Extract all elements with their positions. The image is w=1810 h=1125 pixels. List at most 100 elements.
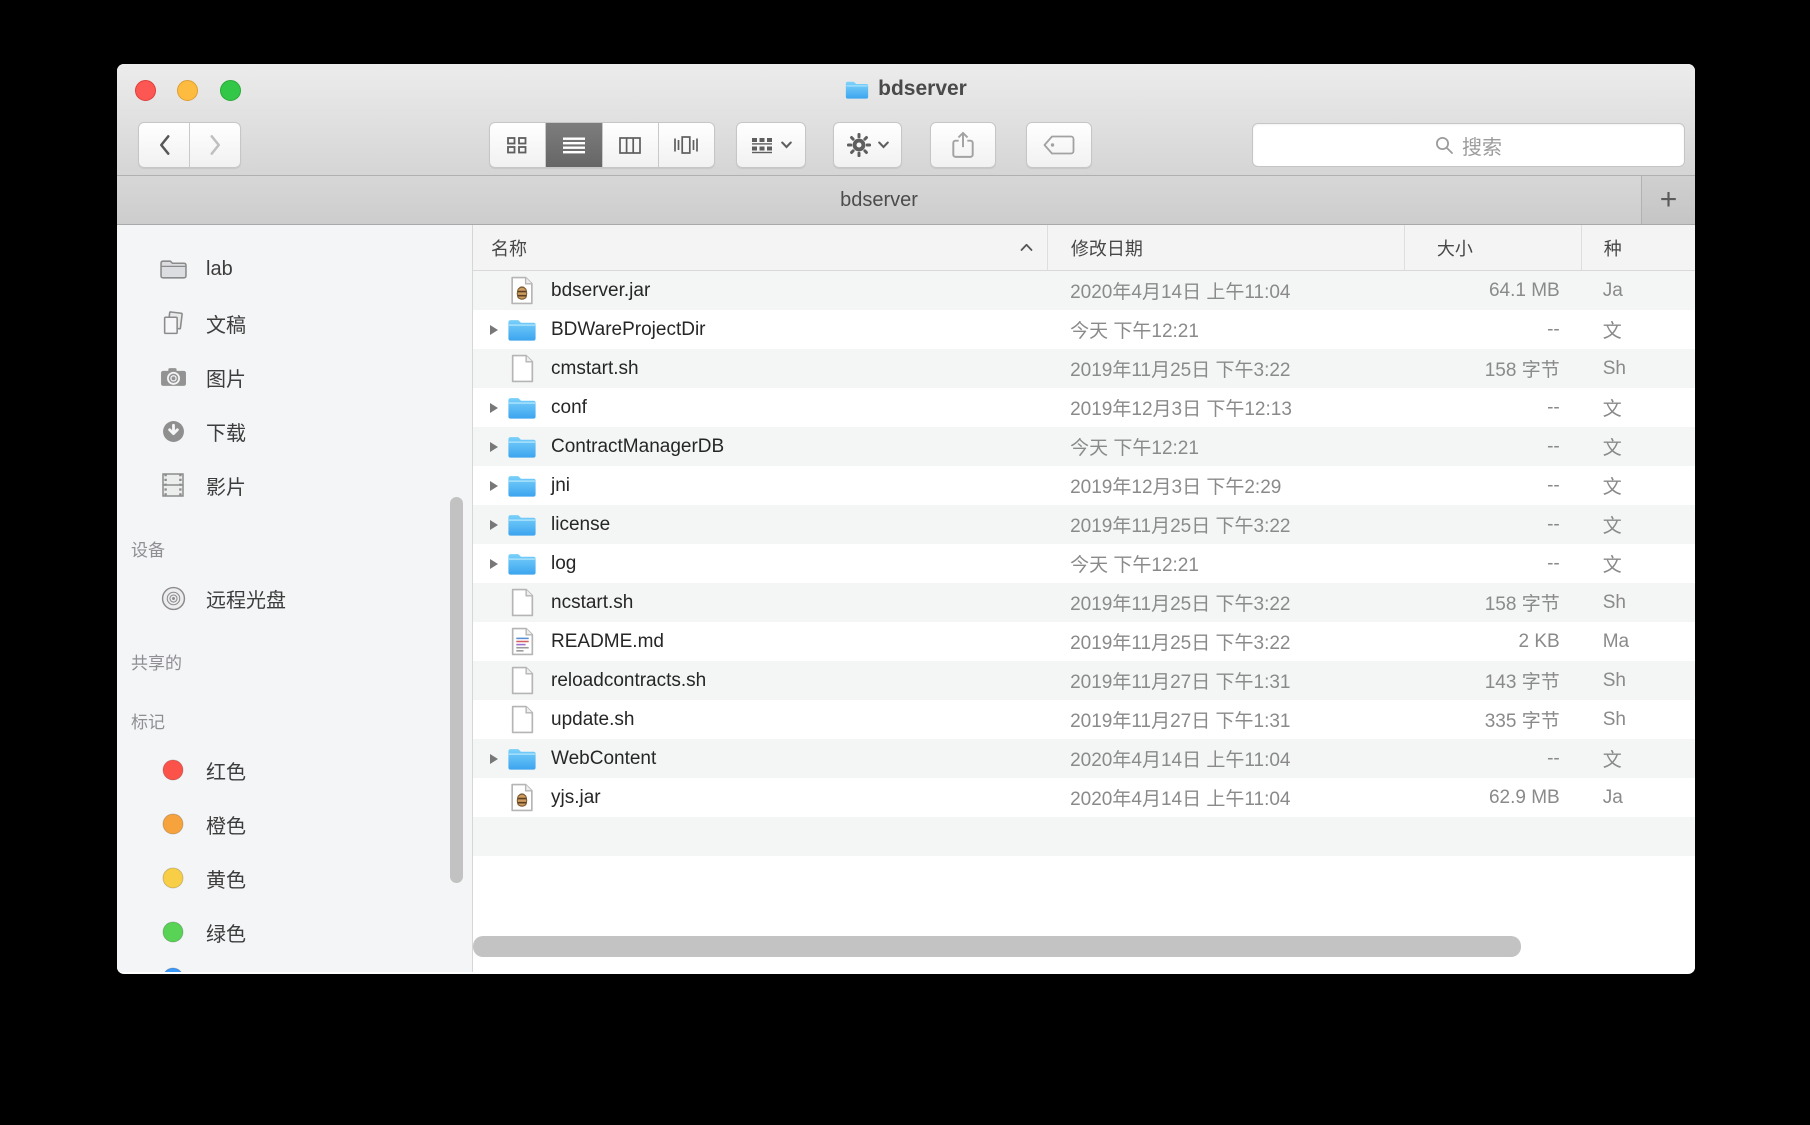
search-input[interactable]: 搜索 <box>1252 123 1685 167</box>
file-name: license <box>551 514 610 536</box>
file-size: 2 KB <box>1404 622 1580 661</box>
sidebar-item-label: 绿色 <box>206 918 246 947</box>
file-name: ContractManagerDB <box>551 436 724 458</box>
disclosure-triangle-icon[interactable] <box>485 754 503 764</box>
new-tab-button[interactable]: + <box>1641 176 1695 224</box>
sidebar-item-文稿[interactable]: 文稿 <box>117 296 472 350</box>
column-view-button[interactable] <box>602 123 658 167</box>
table-row[interactable]: WebContent 2020年4月14日 上午11:04 -- 文 <box>473 739 1695 778</box>
tab-bar: bdserver + <box>117 176 1695 225</box>
file-date: 2019年11月25日 下午3:22 <box>1047 622 1404 661</box>
download-icon <box>159 420 187 443</box>
horizontal-scrollbar[interactable] <box>473 936 1521 957</box>
file-date: 2019年12月3日 下午12:13 <box>1047 388 1404 427</box>
action-menu-button[interactable] <box>833 122 902 168</box>
coverflow-view-button[interactable] <box>658 123 714 167</box>
back-chevron-icon <box>158 134 171 156</box>
file-size: 335 字节 <box>1404 700 1580 739</box>
file-kind: 文 <box>1581 310 1695 349</box>
table-row[interactable]: license 2019年11月25日 下午3:22 -- 文 <box>473 505 1695 544</box>
sidebar: lab 文稿 图片 下载 影片 设备 远程光盘 共享的标记 红色 橙色 黄色 绿… <box>117 225 473 972</box>
sidebar-scrollbar[interactable] <box>450 497 463 883</box>
list-view-button[interactable] <box>545 123 601 167</box>
file-date: 2019年11月27日 下午1:31 <box>1047 661 1404 700</box>
table-row[interactable]: bdserver.jar 2020年4月14日 上午11:04 64.1 MB … <box>473 271 1695 310</box>
file-date: 2019年12月3日 下午2:29 <box>1047 466 1404 505</box>
tab-label: bdserver <box>840 189 918 212</box>
disclosure-triangle-icon[interactable] <box>485 442 503 452</box>
column-header-date[interactable]: 修改日期 <box>1047 225 1404 270</box>
file-size: -- <box>1404 739 1580 778</box>
folder-icon <box>159 259 187 280</box>
column-header-kind[interactable]: 种 <box>1581 225 1695 270</box>
table-row[interactable]: conf 2019年12月3日 下午12:13 -- 文 <box>473 388 1695 427</box>
list-view-icon <box>563 137 585 154</box>
disclosure-triangle-icon[interactable] <box>485 325 503 335</box>
file-size: 158 字节 <box>1404 349 1580 388</box>
file-date: 2019年11月25日 下午3:22 <box>1047 583 1404 622</box>
table-row[interactable]: jni 2019年12月3日 下午2:29 -- 文 <box>473 466 1695 505</box>
file-kind: 文 <box>1581 544 1695 583</box>
file-kind: Ma <box>1581 622 1695 661</box>
file-name: BDWareProjectDir <box>551 319 706 341</box>
table-row[interactable]: log 今天 下午12:21 -- 文 <box>473 544 1695 583</box>
file-name: WebContent <box>551 748 656 770</box>
icon-view-button[interactable] <box>490 123 545 167</box>
sidebar-item-下载[interactable]: 下载 <box>117 404 472 458</box>
table-row[interactable]: cmstart.sh 2019年11月25日 下午3:22 158 字节 Sh <box>473 349 1695 388</box>
file-kind: 文 <box>1581 739 1695 778</box>
forward-button[interactable] <box>189 123 240 167</box>
sidebar-item-橙色[interactable]: 橙色 <box>117 797 472 851</box>
title-folder-icon <box>845 80 869 99</box>
tag-circle-icon <box>159 813 187 835</box>
table-row[interactable]: BDWareProjectDir 今天 下午12:21 -- 文 <box>473 310 1695 349</box>
column-header-name[interactable]: 名称 <box>473 225 1047 270</box>
tag-button[interactable] <box>1026 122 1092 168</box>
page-title: bdserver <box>878 77 967 101</box>
file-name: conf <box>551 397 587 419</box>
sidebar-item-tag[interactable] <box>117 951 472 972</box>
sidebar-item-黄色[interactable]: 黄色 <box>117 851 472 905</box>
jar-icon <box>506 276 538 305</box>
file-date: 今天 下午12:21 <box>1047 427 1404 466</box>
table-row[interactable]: yjs.jar 2020年4月14日 上午11:04 62.9 MB Ja <box>473 778 1695 817</box>
file-kind: Ja <box>1581 778 1695 817</box>
file-kind: 文 <box>1581 466 1695 505</box>
file-size: -- <box>1404 505 1580 544</box>
file-size: -- <box>1404 427 1580 466</box>
folder-icon <box>506 747 538 770</box>
sidebar-item-label: lab <box>206 258 233 281</box>
column-header-size[interactable]: 大小 <box>1404 225 1581 270</box>
tag-circle-icon <box>159 867 187 889</box>
share-button[interactable] <box>930 122 996 168</box>
disclosure-triangle-icon[interactable] <box>485 481 503 491</box>
sidebar-item-label: 红色 <box>206 756 246 785</box>
table-row[interactable]: update.sh 2019年11月27日 下午1:31 335 字节 Sh <box>473 700 1695 739</box>
sidebar-item-远程光盘[interactable]: 远程光盘 <box>117 571 472 625</box>
tab-bdserver[interactable]: bdserver <box>117 176 1641 224</box>
disclosure-triangle-icon[interactable] <box>485 559 503 569</box>
sidebar-item-label: 文稿 <box>206 309 246 338</box>
file-date: 2020年4月14日 上午11:04 <box>1047 271 1404 310</box>
sidebar-item-图片[interactable]: 图片 <box>117 350 472 404</box>
gear-icon <box>846 132 872 158</box>
table-row[interactable]: ContractManagerDB 今天 下午12:21 -- 文 <box>473 427 1695 466</box>
jar-icon <box>506 783 538 812</box>
folder-icon <box>506 396 538 419</box>
back-button[interactable] <box>139 123 189 167</box>
file-name: reloadcontracts.sh <box>551 670 706 692</box>
table-row[interactable]: ncstart.sh 2019年11月25日 下午3:22 158 字节 Sh <box>473 583 1695 622</box>
file-kind: 文 <box>1581 388 1695 427</box>
arrange-icon <box>751 137 774 154</box>
arrange-button[interactable] <box>736 122 806 168</box>
disclosure-triangle-icon[interactable] <box>485 403 503 413</box>
sidebar-item-label: 图片 <box>206 363 246 392</box>
disclosure-triangle-icon[interactable] <box>485 520 503 530</box>
file-name: jni <box>551 475 570 497</box>
sidebar-item-lab[interactable]: lab <box>117 242 472 296</box>
sidebar-item-影片[interactable]: 影片 <box>117 458 472 512</box>
doc-icon <box>506 705 538 734</box>
table-row[interactable]: README.md 2019年11月25日 下午3:22 2 KB Ma <box>473 622 1695 661</box>
sidebar-item-红色[interactable]: 红色 <box>117 743 472 797</box>
table-row[interactable]: reloadcontracts.sh 2019年11月27日 下午1:31 14… <box>473 661 1695 700</box>
